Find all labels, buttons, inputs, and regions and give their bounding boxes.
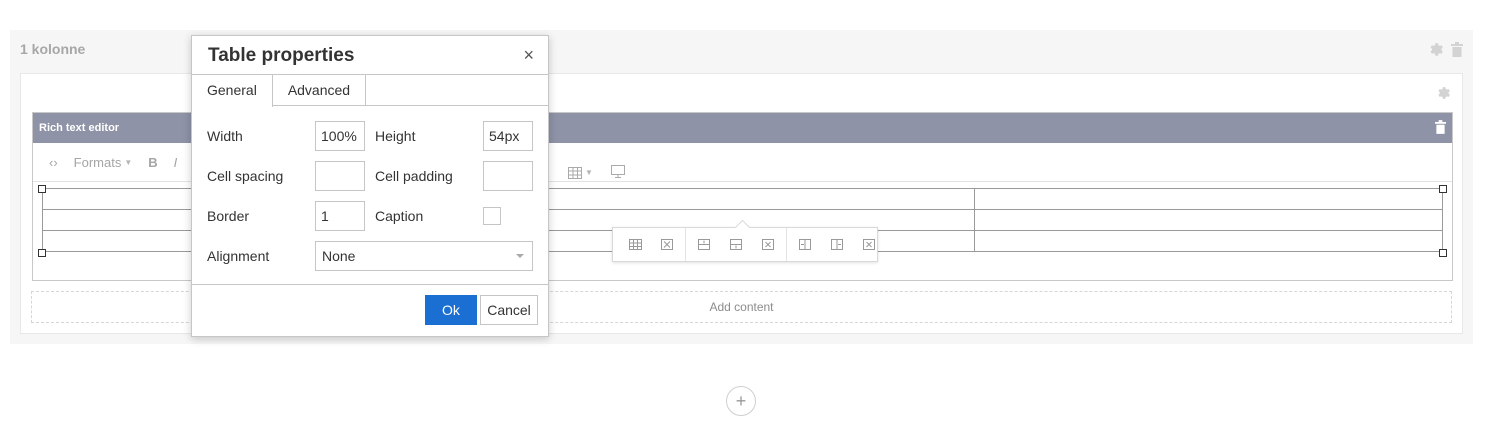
dialog-footer: Ok Cancel — [192, 284, 548, 336]
editor-title: Rich text editor — [39, 122, 120, 134]
alignment-value: None — [322, 248, 356, 264]
height-label: Height — [375, 128, 416, 144]
preview-icon[interactable] — [610, 164, 625, 181]
chevron-down-icon: ▼ — [585, 168, 593, 177]
bold-button[interactable]: B — [140, 155, 165, 170]
delete-column-icon[interactable] — [853, 230, 885, 260]
table-properties-icon[interactable] — [619, 230, 651, 260]
form-row: Cell spacing Cell padding — [192, 161, 548, 191]
delete-row-icon[interactable] — [752, 230, 784, 260]
insert-column-after-icon[interactable] — [821, 230, 853, 260]
italic-button[interactable]: I — [166, 155, 186, 170]
caption-checkbox[interactable] — [483, 207, 501, 225]
insert-row-before-icon[interactable] — [688, 230, 720, 260]
form-row: Alignment None — [192, 241, 548, 271]
table-properties-dialog: Table properties × General Advanced Widt… — [191, 35, 549, 337]
border-label: Border — [207, 208, 250, 224]
alignment-select[interactable]: None — [315, 241, 533, 271]
width-label: Width — [207, 128, 243, 144]
ok-button[interactable]: Ok — [425, 295, 477, 325]
chevron-down-icon: ▼ — [124, 157, 133, 167]
alignment-label: Alignment — [207, 248, 270, 264]
caption-label: Caption — [375, 208, 424, 224]
row-label: 1 kolonne — [20, 41, 86, 57]
resize-handle[interactable] — [1439, 249, 1447, 257]
table-icon[interactable]: ▼ — [568, 166, 593, 179]
trash-icon[interactable] — [1451, 42, 1463, 61]
dialog-tabs: General Advanced — [192, 75, 548, 107]
row-tools — [1428, 42, 1463, 61]
gear-icon[interactable] — [1436, 86, 1450, 105]
gear-icon[interactable] — [1428, 42, 1443, 61]
dialog-title: Table properties — [208, 45, 355, 66]
add-row-button[interactable]: + — [726, 386, 756, 416]
resize-handle[interactable] — [1439, 185, 1447, 193]
formats-dropdown[interactable]: Formats ▼ — [66, 155, 141, 170]
resize-handle[interactable] — [38, 249, 46, 257]
height-input[interactable] — [483, 121, 533, 151]
form-row: Border Caption — [192, 201, 548, 231]
tab-general[interactable]: General — [192, 75, 273, 107]
resize-handle[interactable] — [38, 185, 46, 193]
dialog-header: Table properties × — [192, 36, 548, 75]
close-icon[interactable]: × — [523, 45, 534, 65]
tab-advanced[interactable]: Advanced — [273, 75, 367, 105]
trash-icon[interactable] — [1435, 119, 1446, 137]
delete-table-icon[interactable] — [651, 230, 683, 260]
insert-row-after-icon[interactable] — [720, 230, 752, 260]
width-input[interactable] — [315, 121, 365, 151]
cell-padding-label: Cell padding — [375, 168, 453, 184]
insert-column-before-icon[interactable] — [789, 230, 821, 260]
plus-icon: + — [735, 391, 747, 411]
cell-padding-input[interactable] — [483, 161, 533, 191]
chevron-down-icon — [516, 254, 524, 258]
cell-spacing-label: Cell spacing — [207, 168, 284, 184]
table-context-toolbar — [612, 227, 878, 262]
border-input[interactable] — [315, 201, 365, 231]
cell-spacing-input[interactable] — [315, 161, 365, 191]
cancel-button[interactable]: Cancel — [480, 295, 538, 325]
form-row: Width Height — [192, 121, 548, 151]
formats-label: Formats — [73, 154, 122, 170]
source-code-icon[interactable]: ‹› — [41, 155, 66, 170]
